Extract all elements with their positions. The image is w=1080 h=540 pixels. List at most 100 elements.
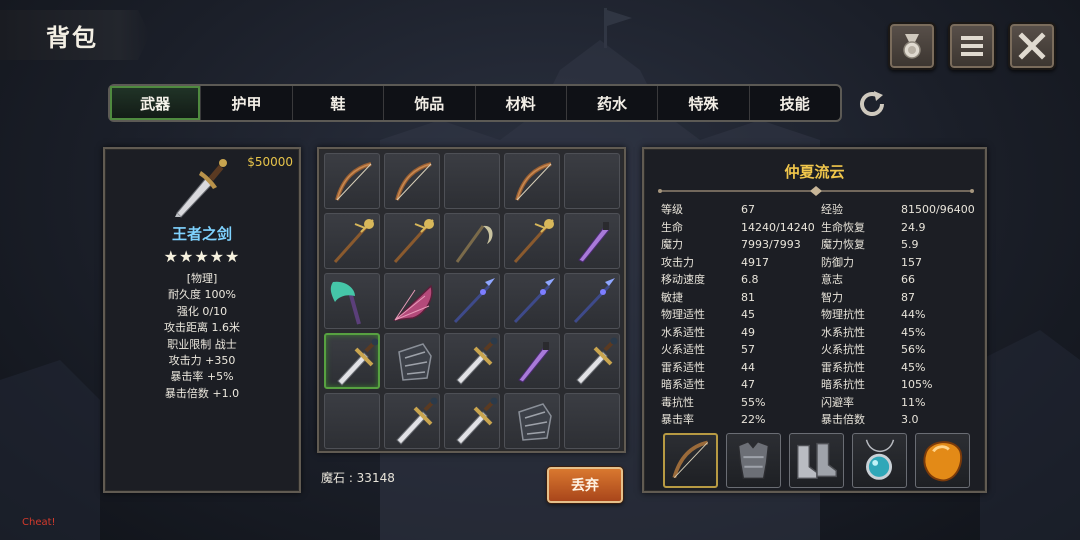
inventory-slot[interactable] [384,393,440,449]
stat-label: 暴击率 [661,413,694,426]
stat-value: 105% [901,378,933,391]
character-panel: 仲夏流云 等级 67 经验 81500/96400 生命 14240/14240 生命恢复 2… [642,147,987,493]
stat-row: 水系适性 49 水系抗性 45% [661,324,981,342]
menu-button[interactable] [948,22,996,70]
stat-value: 45 [741,308,755,321]
tab-skills[interactable]: 技能 [750,86,840,120]
stat-value: 81500/96400 [901,203,975,216]
item-property: 攻击距离 1.6米 [164,321,240,335]
drop-button[interactable]: 丢弃 [547,467,623,503]
sword-icon [175,159,227,218]
inventory-slot[interactable] [564,393,620,449]
inventory-slot[interactable] [444,333,500,389]
inventory-slot[interactable] [504,393,560,449]
inventory-slot[interactable] [504,213,560,269]
item-property: 耐久度 100% [168,288,236,302]
ornament-divider [658,186,974,196]
item-properties: [物理] 耐久度 100% 强化 0/10 攻击距离 1.6米 职业限制 战士 … [105,271,299,402]
equip-slot-amulet[interactable] [852,433,907,488]
inventory-slot[interactable] [444,273,500,329]
stat-value: 47 [741,378,755,391]
inventory-slot[interactable] [444,153,500,209]
stat-value: 6.8 [741,273,759,286]
inventory-slot[interactable] [384,273,440,329]
stat-value: 44 [741,360,755,374]
achievement-button[interactable] [888,22,936,70]
inventory-slot[interactable] [564,273,620,329]
inventory-slot[interactable] [504,333,560,389]
tab-shoes[interactable]: 鞋 [293,86,385,120]
stat-value: 57 [741,343,755,356]
cheat-label: Cheat! [22,517,56,528]
inventory-slot[interactable] [444,213,500,269]
tab-armor[interactable]: 护甲 [201,86,293,120]
spear-icon [513,278,555,324]
stat-label: 防御力 [821,255,854,269]
inventory-slot[interactable] [564,333,620,389]
tab-materials[interactable]: 材料 [476,86,567,120]
stat-label: 移动速度 [661,273,705,286]
inventory-slot[interactable] [324,213,380,269]
stat-label: 闪避率 [821,395,854,409]
inventory-slot[interactable] [384,213,440,269]
stat-row: 暗系适性 47 暗系抗性 105% [661,376,981,394]
inventory-slot[interactable] [504,273,560,329]
tab-special[interactable]: 特殊 [658,86,750,120]
stat-value: 3.0 [901,413,919,426]
inventory-slot[interactable] [384,153,440,209]
stat-label: 火系适性 [661,343,705,356]
stat-row: 雷系适性 44 雷系抗性 45% [661,359,981,377]
sword-icon [396,397,438,445]
close-icon [1018,32,1046,60]
menu-icon [961,36,983,56]
inventory-slot[interactable] [444,393,500,449]
sword-icon [456,337,498,385]
item-property: 强化 0/10 [176,304,228,318]
stat-label: 雷系抗性 [821,360,865,374]
stat-value: 14240/14240 [741,220,815,234]
gauntlet-icon [518,403,552,441]
equip-slot-armor[interactable] [726,433,781,488]
stat-value: 49 [741,325,755,339]
stat-value: 22% [741,413,766,426]
inventory-slot[interactable] [324,273,380,329]
stat-value: 45% [901,325,926,339]
stat-label: 暗系抗性 [821,378,865,391]
stat-label: 魔力 [661,238,683,251]
stat-label: 暗系适性 [661,378,705,391]
inventory-slot[interactable] [504,153,560,209]
tab-potions[interactable]: 药水 [567,86,659,120]
dagger-icon [578,222,610,263]
gauntlet-icon [398,343,432,381]
stat-value: 5.9 [901,238,919,251]
equip-slot-gem[interactable] [915,433,970,488]
inventory-panel [317,147,626,453]
item-property: 暴击倍数 +1.0 [164,386,240,400]
inventory-slot[interactable] [324,333,380,389]
stat-label: 等级 [661,203,683,216]
item-property: 攻击力 +350 [168,354,236,368]
equip-slot-weapon[interactable] [663,433,718,488]
inventory-slot[interactable] [384,333,440,389]
stat-row: 攻击力 4917 防御力 157 [661,254,981,272]
inventory-slot[interactable] [564,153,620,209]
staff-icon [513,219,554,264]
tab-accessories[interactable]: 饰品 [384,86,476,120]
refresh-icon[interactable] [856,88,888,120]
stat-value: 24.9 [901,220,926,234]
inventory-slot[interactable] [324,393,380,449]
stat-row: 火系适性 57 火系抗性 56% [661,341,981,359]
inventory-slot[interactable] [564,213,620,269]
equip-slot-boots[interactable] [789,433,844,488]
inventory-slot[interactable] [324,153,380,209]
tab-weapons[interactable]: 武器 [110,86,202,120]
sword-icon [576,337,618,385]
stat-label: 雷系适性 [661,360,705,374]
dagger-icon [518,342,550,383]
inventory-grid [324,153,620,449]
gem-icon [923,441,963,482]
stat-label: 毒抗性 [661,395,694,409]
staff-icon [393,219,434,264]
item-detail-panel: $50000 王者之剑 ★★★★★ [物理] 耐久度 100% 强化 0/10 … [103,147,301,493]
close-button[interactable] [1008,22,1056,70]
